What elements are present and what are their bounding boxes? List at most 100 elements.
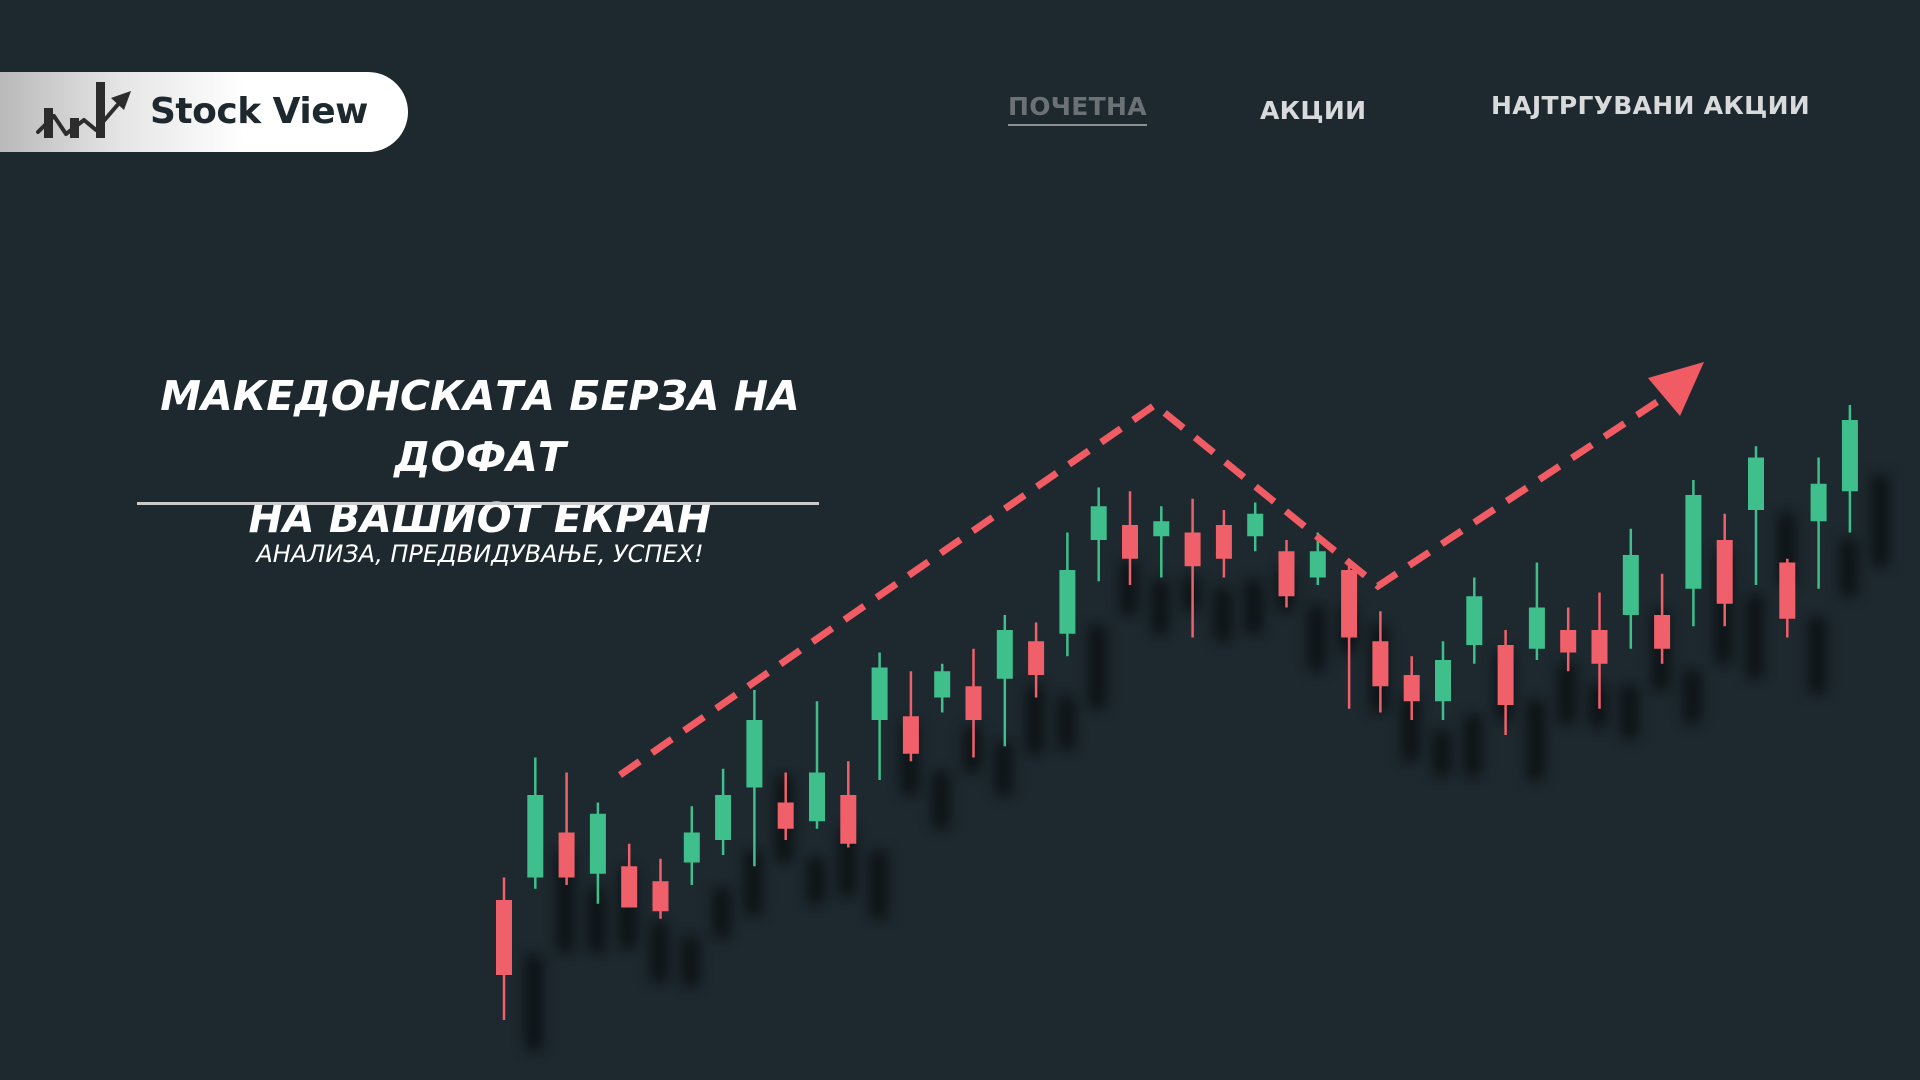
candle-up (1841, 405, 1858, 533)
candle-body (527, 795, 544, 878)
hero-headline-line-1: МАКЕДОНСКАТА БЕРЗА НА ДОФАТ (160, 372, 800, 481)
candle-shadow (1840, 538, 1857, 597)
candle-body (1153, 521, 1170, 537)
candle-down (558, 772, 575, 885)
candle-shadow (995, 741, 1012, 795)
candle-body (809, 772, 825, 822)
candle-shadow (651, 921, 668, 983)
candle-shadow (682, 936, 699, 987)
candle-shadow (964, 726, 981, 773)
candle-body (746, 720, 763, 788)
candle-body (1028, 641, 1045, 675)
candle-body (1122, 525, 1138, 559)
candle-up (746, 690, 763, 867)
candle-body (496, 900, 512, 975)
candle-body (1560, 630, 1577, 653)
candle-body (589, 813, 606, 874)
candle-up (1059, 532, 1076, 657)
candle-body (1278, 551, 1295, 597)
candle-body (1215, 525, 1232, 559)
candle-shadow (1871, 475, 1888, 567)
candle-body (840, 795, 857, 844)
candle-shadow (526, 955, 542, 1050)
candle-up (1685, 480, 1702, 627)
candle-shadow (1590, 685, 1607, 728)
candle-body (871, 667, 888, 720)
candle-body (1841, 420, 1858, 492)
candle-shadow (1809, 617, 1826, 694)
candle-shadow (588, 887, 605, 953)
candle-up (996, 615, 1013, 747)
candle-up (715, 768, 732, 855)
candle-body (1309, 551, 1326, 578)
candle-up (1748, 446, 1764, 585)
candle-body (1372, 641, 1389, 687)
candle-body (1810, 483, 1827, 522)
candle-body (1403, 675, 1420, 702)
candle-down (1215, 510, 1232, 578)
candle-down (621, 843, 638, 908)
candle-down (1779, 558, 1796, 638)
candle-body (1528, 607, 1545, 649)
candle-up (1435, 641, 1451, 720)
candle-body (1622, 555, 1639, 615)
candle-down (1341, 562, 1358, 709)
candle-body (1059, 570, 1076, 634)
candle-shadow (1527, 700, 1544, 780)
candle-body (902, 716, 919, 754)
candle-up (1528, 562, 1545, 660)
candle-shadow (1120, 561, 1137, 615)
hero-divider (137, 502, 819, 505)
candle-shadow (870, 850, 887, 919)
candle-shadow (807, 857, 824, 904)
candle-up (809, 701, 825, 829)
candle-body (1341, 570, 1358, 638)
candle-down (1560, 607, 1577, 672)
candle-body (1748, 457, 1764, 510)
candle-body (965, 686, 982, 720)
candle-shadow (1026, 685, 1043, 754)
candle-down (1184, 498, 1201, 638)
candle-body (621, 866, 638, 908)
candle-body (1435, 660, 1451, 702)
candle-body (1184, 532, 1201, 567)
candle-body (1591, 630, 1608, 664)
candle-body (1466, 596, 1483, 645)
candle-shadow (1089, 625, 1106, 709)
candle-body (1716, 540, 1733, 604)
candle-body (1779, 562, 1796, 619)
candle-shadow (1684, 670, 1701, 724)
candle-shadow (1308, 606, 1325, 672)
candle-shadow (1058, 696, 1075, 750)
candle-down (496, 877, 512, 1020)
candle-shadow (1746, 595, 1763, 679)
candle-down (652, 858, 669, 919)
candle-up (1153, 506, 1170, 578)
hero-tagline: АНАЛИЗА, ПРЕДВИДУВАЊЕ, УСПЕХ! (256, 540, 704, 568)
candle-up (527, 757, 544, 889)
candle-body (934, 671, 951, 698)
candle-shadow (1433, 730, 1450, 777)
candle-up (934, 663, 951, 713)
candle-shadow (1621, 685, 1638, 739)
candle-shadow (932, 771, 949, 829)
candle-shadow (1214, 587, 1231, 642)
candle-up (871, 652, 888, 780)
candle-shadow (1465, 715, 1481, 777)
candle-body (1654, 615, 1671, 649)
candle-shadow (1183, 576, 1200, 612)
candle-down (840, 761, 857, 848)
candle-shadow (713, 887, 730, 938)
candle-shadow (1558, 662, 1575, 724)
candle-up (683, 806, 700, 885)
candle-body (1090, 506, 1107, 540)
candle-body (683, 832, 700, 863)
candle-body (558, 832, 575, 878)
candle-up (1466, 577, 1483, 664)
candle-shadow (745, 850, 762, 915)
candle-body (1247, 513, 1264, 537)
candle-body (715, 795, 732, 840)
candle-body (1685, 495, 1702, 589)
candle-body (777, 802, 794, 829)
candle-body (996, 630, 1013, 679)
